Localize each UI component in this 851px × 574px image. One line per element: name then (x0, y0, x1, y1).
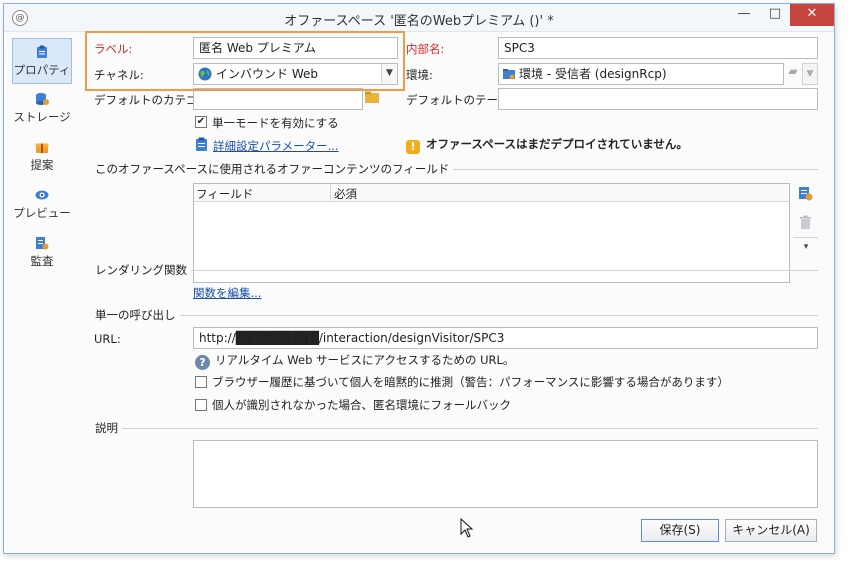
sidebar-item-storage[interactable]: ストレージ (12, 86, 72, 132)
section-title: レンダリング関数 (95, 262, 191, 278)
database-icon (36, 93, 49, 105)
chevron-down-icon[interactable]: ▼ (381, 64, 397, 84)
section-title: 説明 (95, 420, 122, 436)
close-button[interactable]: ✕ (790, 4, 834, 26)
table-header: フィールド 必須 (194, 184, 789, 202)
sidebar-item-label: 監査 (30, 254, 54, 268)
label-field-label: ラベル: (94, 42, 133, 56)
channel-label: チャネル: (94, 68, 144, 82)
cancel-button[interactable]: キャンセル(A) (725, 519, 817, 542)
gift-icon (35, 143, 49, 153)
window-title: オファースペース '匿名のWebプレミアム ()' * (284, 14, 554, 29)
environment-label: 環境: (406, 68, 433, 82)
sidebar-item-properties[interactable]: プロパティ (12, 38, 72, 84)
url-help-text: リアルタイム Web サービスにアクセスするための URL。 (215, 353, 515, 367)
fallback-label: 個人が識別されなかった場合、匿名環境にフォールバック (212, 398, 511, 412)
globe-icon (198, 67, 212, 81)
audit-icon (36, 237, 49, 250)
label-input[interactable]: 匿名 Web プレミアム (193, 37, 398, 59)
advanced-parameters-link[interactable]: 詳細設定パラメーター... (213, 138, 339, 154)
trash-icon[interactable] (799, 215, 812, 230)
rendering-section-header: レンダリング関数 (95, 262, 818, 278)
tool-divider (793, 237, 818, 238)
edit-functions-link[interactable]: 関数を編集... (193, 285, 261, 301)
browser-history-checkbox[interactable] (195, 376, 207, 388)
more-options-icon[interactable]: ▾ (800, 242, 812, 252)
clipboard-icon (196, 137, 207, 151)
section-title: このオファースペースに使用されるオファーコンテンツのフィールド (95, 161, 454, 177)
url-help: ? リアルタイム Web サービスにアクセスするための URL。 (195, 352, 514, 370)
internal-name-label: 内部名: (406, 42, 445, 56)
warning-icon: ! (406, 140, 420, 154)
sidebar-item-preview[interactable]: プレビュー (12, 182, 72, 228)
deploy-warning-text: オファースペースはまだデプロイされていません。 (426, 137, 688, 151)
url-input[interactable]: http://█████████/interaction/designVisit… (193, 327, 818, 349)
channel-select[interactable]: インバウンド Web ▼ (193, 63, 398, 85)
mouse-cursor-icon (460, 518, 474, 538)
default-theme-input[interactable] (498, 88, 818, 110)
sidebar-item-label: 提案 (30, 158, 54, 172)
deploy-warning: ! オファースペースはまだデプロイされていません。 (406, 136, 688, 154)
help-icon: ? (195, 355, 210, 370)
sidebar-item-label: ストレージ (13, 110, 71, 124)
sidebar: プロパティ ストレージ 提案 プレビュー 監査 (12, 38, 78, 278)
column-header-required[interactable]: 必須 (334, 186, 357, 202)
sidebar-item-label: プロパティ (13, 63, 71, 77)
folder-icon[interactable] (365, 91, 379, 103)
sidebar-item-label: プレビュー (13, 206, 71, 220)
eye-icon (35, 190, 49, 200)
minimize-button[interactable]: — (730, 4, 758, 26)
clipboard-icon (37, 45, 47, 58)
url-label: URL: (94, 332, 121, 346)
default-category-input[interactable] (193, 88, 363, 110)
column-header-field[interactable]: フィールド (196, 186, 253, 202)
environment-input[interactable]: 環境 - 受信者 (designRcp) (498, 63, 784, 85)
environment-value: 環境 - 受信者 (designRcp) (519, 67, 667, 81)
description-textarea[interactable] (193, 440, 818, 508)
channel-value: インバウンド Web (216, 67, 318, 81)
folder-icon[interactable]: ▰ (785, 64, 801, 84)
save-button[interactable]: 保存(S) (641, 519, 719, 542)
description-section-header: 説明 (95, 420, 818, 436)
environment-dropdown-icon[interactable]: ▼ (802, 63, 818, 85)
single-mode-label: 単一モードを有効にする (212, 116, 339, 130)
sidebar-item-audit[interactable]: 監査 (12, 230, 72, 276)
sidebar-item-propositions[interactable]: 提案 (12, 134, 72, 180)
fields-section-header: このオファースペースに使用されるオファーコンテンツのフィールド (95, 161, 818, 177)
folder-env-icon (503, 69, 515, 80)
title-bar: @ オファースペース '匿名のWebプレミアム ()' * — □ ✕ (4, 4, 834, 32)
fallback-checkbox[interactable] (195, 399, 207, 411)
section-title: 単一の呼び出し (95, 307, 180, 323)
add-field-icon[interactable] (798, 185, 813, 201)
single-mode-checkbox[interactable]: ✔ (195, 116, 207, 128)
browser-history-label: ブラウザー履歴に基づいて個人を暗黙的に推測（警告：パフォーマンスに影響する場合が… (212, 375, 729, 389)
single-call-section-header: 単一の呼び出し (95, 307, 818, 323)
maximize-button[interactable]: □ (761, 4, 789, 26)
internal-name-input[interactable]: SPC3 (498, 37, 818, 59)
